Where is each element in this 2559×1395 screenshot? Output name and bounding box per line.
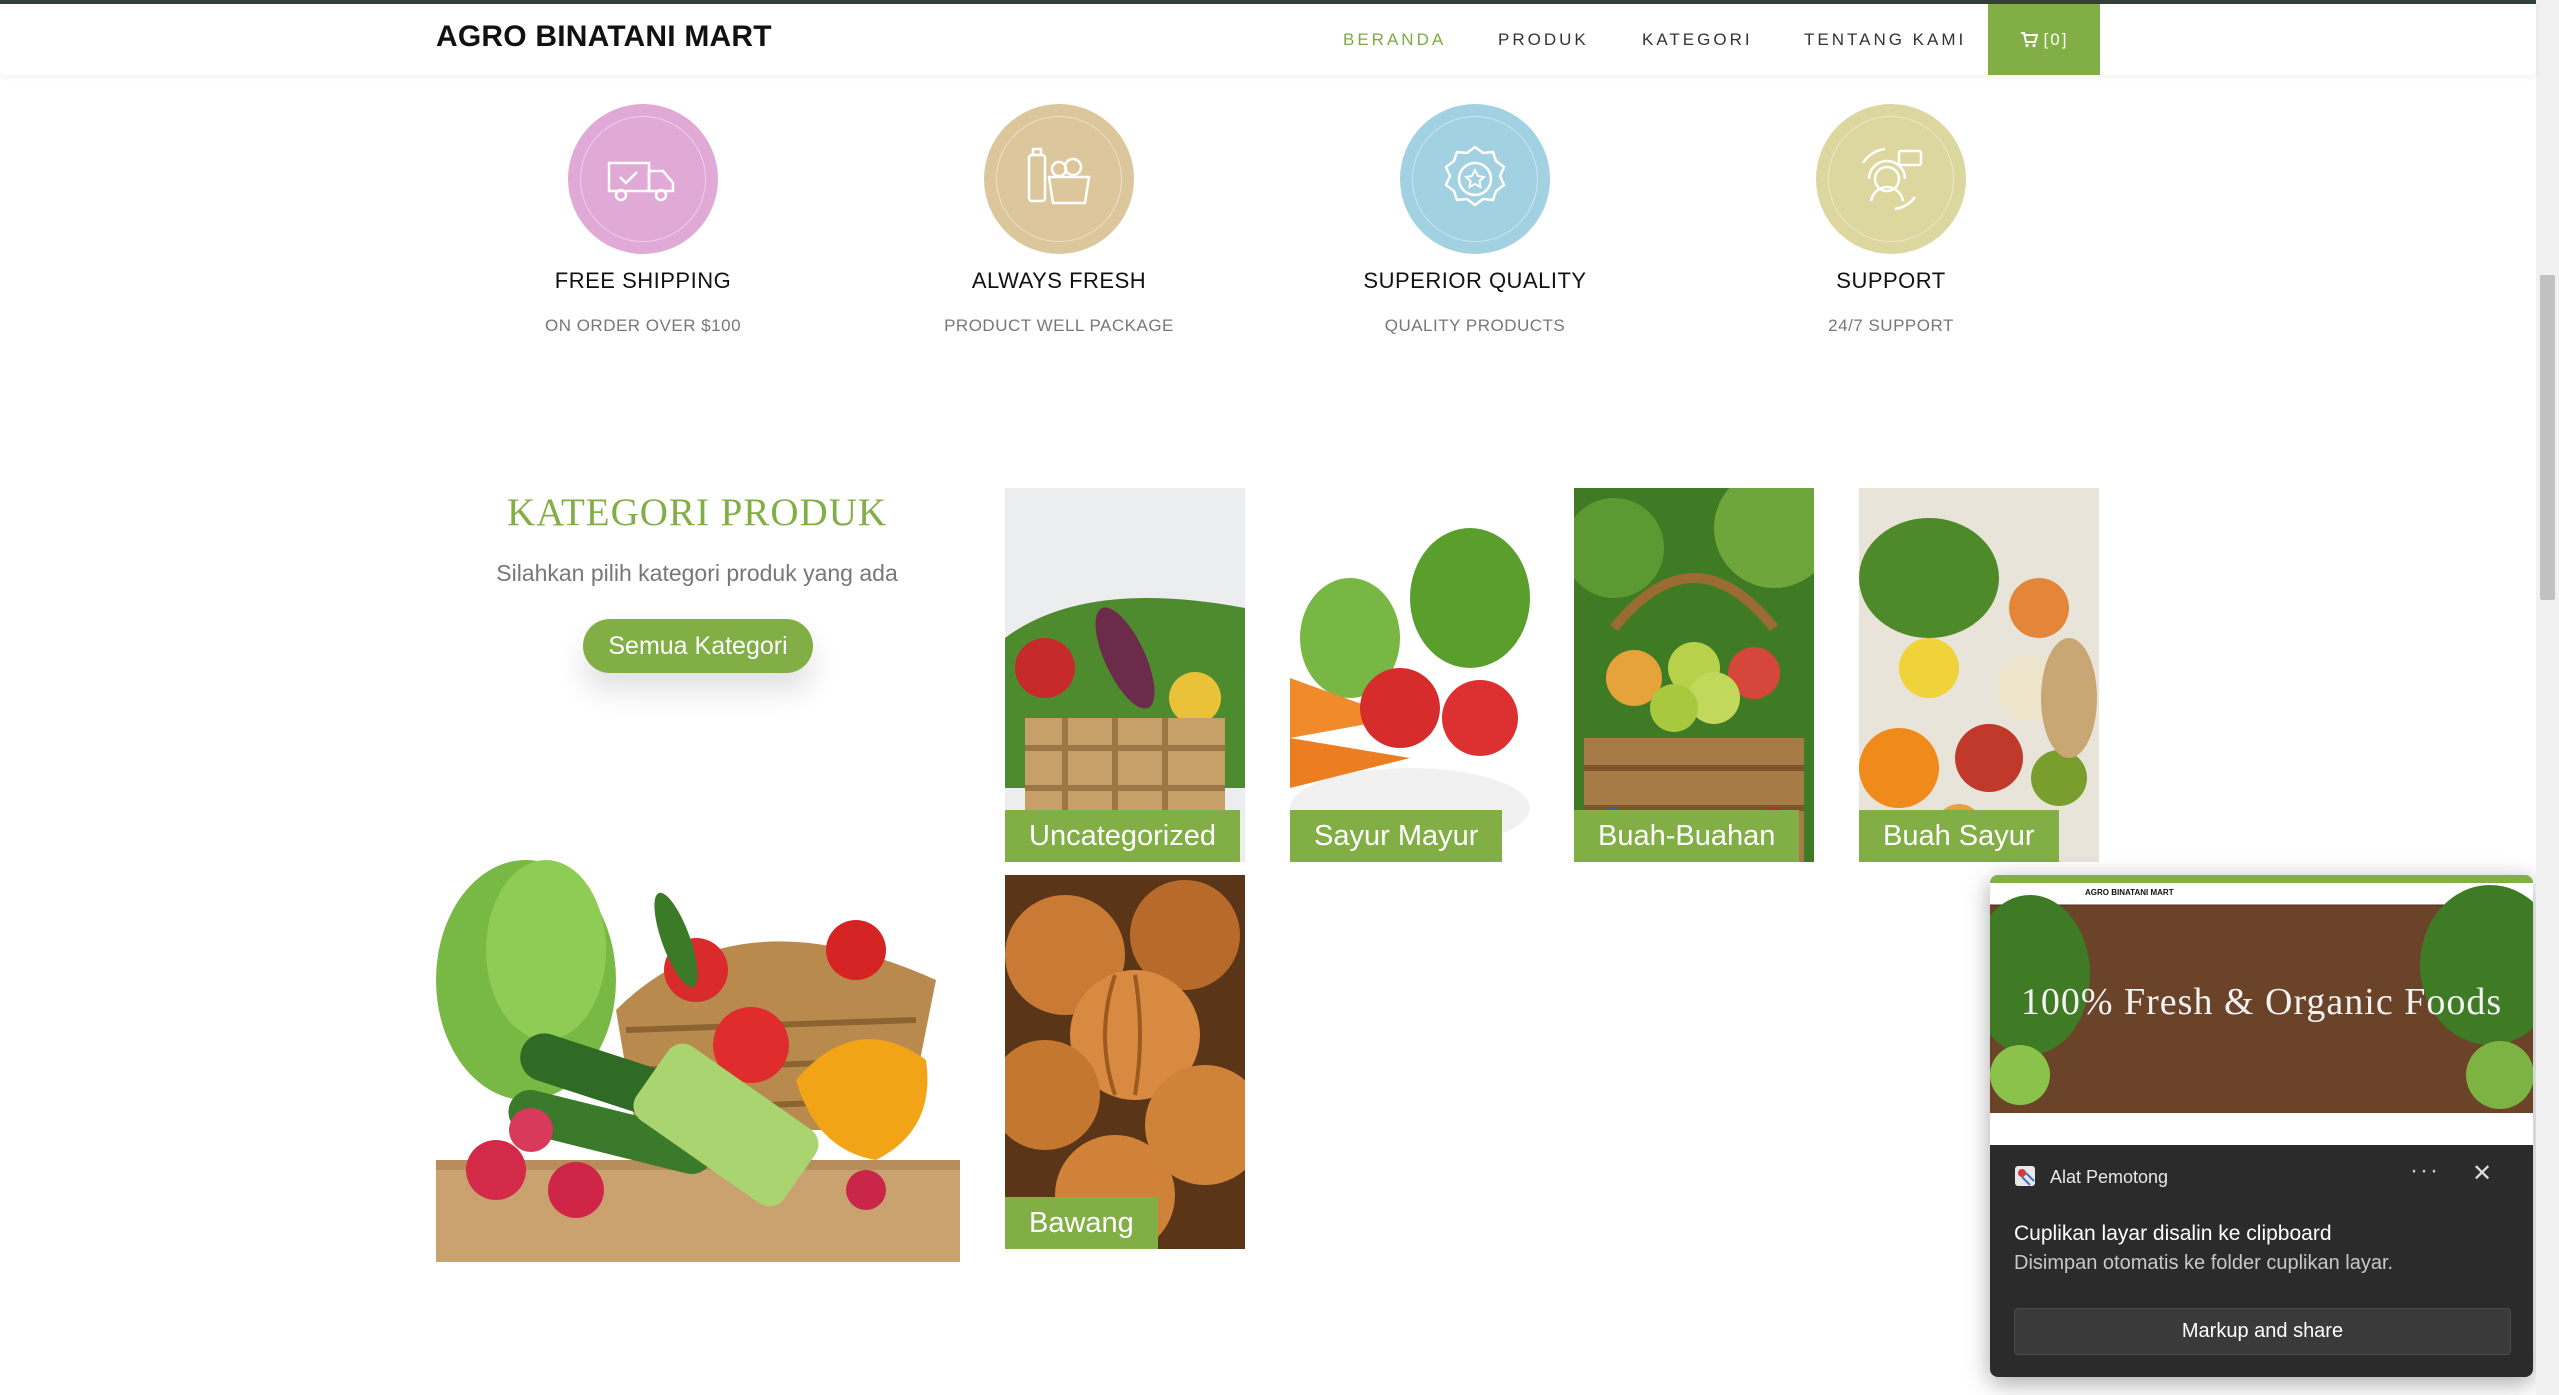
category-card-buah-sayur[interactable]: Buah Sayur	[1859, 488, 2099, 862]
nav-item-kategori[interactable]: KATEGORI	[1642, 30, 1753, 50]
category-label: Buah Sayur	[1859, 810, 2059, 862]
notification-title: Cuplikan layar disalin ke clipboard	[2014, 1222, 2332, 1245]
feature-subtitle: PRODUCT WELL PACKAGE	[944, 316, 1174, 335]
feature-circle	[568, 104, 718, 254]
quality-badge-icon	[1444, 145, 1506, 207]
navbar: AGRO BINATANI MART BERANDA PRODUK KATEGO…	[0, 0, 2536, 75]
feature-subtitle: QUALITY PRODUCTS	[1384, 316, 1566, 335]
feature-support: SUPPORT 24/7 SUPPORT	[1711, 104, 2071, 336]
nav-item-produk[interactable]: PRODUK	[1498, 30, 1589, 50]
snipping-tool-notification[interactable]: AGRO BINATANI MART 100% Fresh & Organic …	[1990, 875, 2533, 1377]
feature-superior-quality: SUPERIOR QUALITY QUALITY PRODUCTS	[1295, 104, 1655, 336]
feature-free-shipping: FREE SHIPPING ON ORDER OVER $100	[463, 104, 823, 336]
category-image	[1290, 488, 1530, 862]
category-image	[1859, 488, 2099, 862]
snipping-tool-icon	[2014, 1165, 2036, 1187]
category-label: Buah-Buahan	[1574, 810, 1800, 862]
support-agent-icon	[1861, 147, 1923, 211]
brand-logo[interactable]: AGRO BINATANI MART	[436, 20, 772, 54]
grocery-bag-icon	[1027, 147, 1091, 205]
preview-headline: 100% Fresh & Organic Foods	[2020, 981, 2503, 1023]
semua-kategori-button[interactable]: Semua Kategori	[583, 619, 813, 673]
more-options-icon[interactable]: ···	[2410, 1157, 2440, 1185]
delivery-truck-icon	[607, 161, 675, 202]
feature-title: ALWAYS FRESH	[971, 268, 1147, 293]
page-scrollbar[interactable]	[2536, 0, 2559, 1395]
screenshot-preview[interactable]: AGRO BINATANI MART 100% Fresh & Organic …	[1990, 875, 2533, 1145]
category-card-buah-buahan[interactable]: Buah-Buahan	[1574, 488, 1814, 862]
kategori-heading: KATEGORI PRODUK	[506, 491, 888, 534]
notification-app-name: Alat Pemotong	[2050, 1167, 2169, 1187]
nav-item-beranda[interactable]: BERANDA	[1343, 30, 1446, 50]
vegetable-basket-image	[436, 830, 960, 1262]
category-card-uncategorized[interactable]: Uncategorized	[1005, 488, 1245, 862]
close-icon[interactable]: ✕	[2472, 1159, 2492, 1188]
feature-title: FREE SHIPPING	[554, 268, 732, 293]
feature-subtitle: 24/7 SUPPORT	[1828, 316, 1954, 335]
cart-button[interactable]: [0]	[1988, 4, 2100, 75]
scrollbar-thumb[interactable]	[2540, 275, 2555, 600]
category-label: Sayur Mayur	[1290, 810, 1503, 862]
notification-body: Disimpan otomatis ke folder cuplikan lay…	[2014, 1252, 2394, 1274]
feature-subtitle: ON ORDER OVER $100	[544, 316, 742, 335]
cart-icon	[2020, 31, 2038, 47]
category-card-bawang[interactable]: Bawang	[1005, 875, 1245, 1249]
category-label: Uncategorized	[1005, 810, 1240, 862]
feature-circle	[1816, 104, 1966, 254]
feature-always-fresh: ALWAYS FRESH PRODUCT WELL PACKAGE	[879, 104, 1239, 336]
preview-brand: AGRO BINATANI MART	[2085, 888, 2174, 897]
feature-title: SUPERIOR QUALITY	[1363, 268, 1587, 293]
feature-circle	[1400, 104, 1550, 254]
cart-count: [0]	[2043, 29, 2069, 49]
category-label: Bawang	[1005, 1197, 1158, 1249]
category-image	[1005, 488, 1245, 862]
feature-circle	[984, 104, 1134, 254]
category-card-sayur-mayur[interactable]: Sayur Mayur	[1290, 488, 1530, 862]
markup-and-share-button[interactable]: Markup and share	[2014, 1308, 2511, 1355]
category-image	[1574, 488, 1814, 862]
feature-title: SUPPORT	[1836, 268, 1946, 293]
category-image	[1005, 875, 1245, 1249]
nav-item-tentang-kami[interactable]: TENTANG KAMI	[1804, 30, 1966, 50]
kategori-subtitle: Silahkan pilih kategori produk yang ada	[496, 560, 898, 586]
